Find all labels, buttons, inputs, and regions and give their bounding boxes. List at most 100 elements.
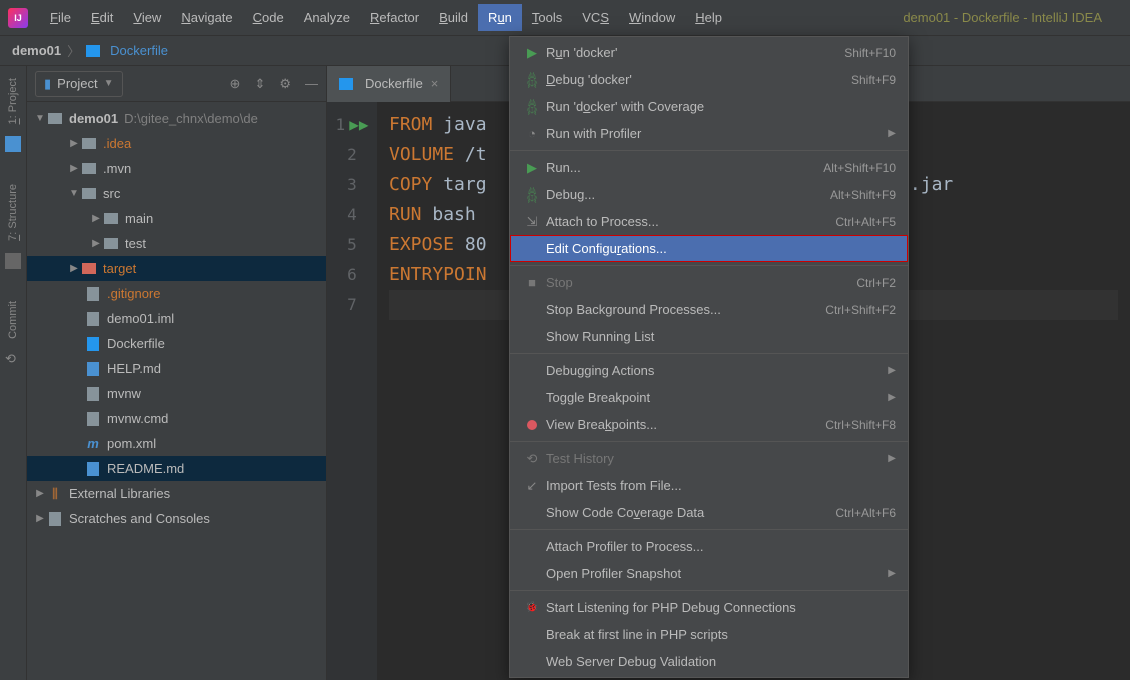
line-gutter: 1▶▶ 2 3 4 5 6 7: [327, 102, 377, 680]
menu-item-label: Stop Background Processes...: [542, 302, 825, 317]
menu-separator: [510, 441, 908, 442]
tree-root[interactable]: ▼ demo01 D:\gitee_chnx\demo\de: [27, 106, 326, 131]
structure-icon[interactable]: [5, 253, 21, 269]
menu-item-start-listening-for-php-debug-connections[interactable]: 🐞Start Listening for PHP Debug Connectio…: [510, 594, 908, 621]
tree-scratches[interactable]: ▶ Scratches and Consoles: [27, 506, 326, 531]
menu-item-debug[interactable]: 𓆣Debug...Alt+Shift+F9: [510, 181, 908, 208]
tree-folder-main[interactable]: ▶ main: [27, 206, 326, 231]
menu-shortcut: Ctrl+Shift+F2: [825, 303, 896, 317]
menu-item-label: Run with Profiler: [542, 126, 888, 141]
menu-item-show-code-coverage-data[interactable]: Show Code Coverage DataCtrl+Alt+F6: [510, 499, 908, 526]
tab-dockerfile[interactable]: Dockerfile ×: [327, 66, 451, 102]
tab-structure[interactable]: 7: Structure: [4, 176, 22, 249]
menu-item-label: Debugging Actions: [542, 363, 888, 378]
sidebar-header: ▮ Project ▼ ⊕ ⇕ ⚙ —: [27, 66, 326, 102]
menu-item-label: Debug...: [542, 187, 830, 202]
tree-folder-idea[interactable]: ▶ .idea: [27, 131, 326, 156]
breadcrumb-project[interactable]: demo01: [12, 43, 61, 58]
menu-item-toggle-breakpoint[interactable]: Toggle Breakpoint▶: [510, 384, 908, 411]
menu-item-run-docker-with-coverage[interactable]: 𓆣Run 'docker' with Coverage: [510, 93, 908, 120]
tree-file-gitignore[interactable]: .gitignore: [27, 281, 326, 306]
menu-item-debugging-actions[interactable]: Debugging Actions▶: [510, 357, 908, 384]
tree-folder-test[interactable]: ▶ test: [27, 231, 326, 256]
menu-item-label: Attach to Process...: [542, 214, 835, 229]
submenu-arrow-icon: ▶: [888, 392, 896, 403]
menu-shortcut: Shift+F9: [851, 73, 896, 87]
bp-icon: [522, 420, 542, 430]
menu-refactor[interactable]: Refactor: [360, 4, 429, 31]
tree-folder-src[interactable]: ▼ src: [27, 181, 326, 206]
bookmark-icon[interactable]: [5, 136, 21, 152]
menu-window[interactable]: Window: [619, 4, 685, 31]
menu-item-run-with-profiler[interactable]: ◔Run with Profiler▶: [510, 120, 908, 147]
menu-separator: [510, 529, 908, 530]
tree-file-mvnw[interactable]: mvnw: [27, 381, 326, 406]
menu-build[interactable]: Build: [429, 4, 478, 31]
menu-item-label: Import Tests from File...: [542, 478, 896, 493]
docker-icon: [339, 78, 353, 90]
tree-file-help[interactable]: HELP.md: [27, 356, 326, 381]
submenu-arrow-icon: ▶: [888, 568, 896, 579]
menu-shortcut: Ctrl+Alt+F5: [835, 215, 896, 229]
menu-item-label: Debug 'docker': [542, 72, 851, 87]
menu-item-view-breakpoints[interactable]: View Breakpoints...Ctrl+Shift+F8: [510, 411, 908, 438]
tree-folder-target[interactable]: ▶ target: [27, 256, 326, 281]
menu-shortcut: Ctrl+Shift+F8: [825, 418, 896, 432]
menu-item-debug-docker[interactable]: 𓆣Debug 'docker'Shift+F9: [510, 66, 908, 93]
menu-code[interactable]: Code: [243, 4, 294, 31]
menu-item-label: Edit Configurations...: [542, 241, 896, 256]
menu-item-web-server-debug-validation[interactable]: Web Server Debug Validation: [510, 648, 908, 675]
commit-icon[interactable]: ⟲: [5, 351, 21, 367]
menubar: IJ File Edit View Navigate Code Analyze …: [0, 0, 1130, 36]
menu-item-label: Show Code Coverage Data: [542, 505, 835, 520]
menu-file[interactable]: File: [40, 4, 81, 31]
menu-item-run[interactable]: ▶Run...Alt+Shift+F10: [510, 154, 908, 181]
run-gutter-icon[interactable]: ▶▶: [349, 110, 368, 140]
menu-item-stop-background-processes[interactable]: Stop Background Processes...Ctrl+Shift+F…: [510, 296, 908, 323]
tree-file-mvnwcmd[interactable]: mvnw.cmd: [27, 406, 326, 431]
menu-item-open-profiler-snapshot[interactable]: Open Profiler Snapshot▶: [510, 560, 908, 587]
tree-file-readme[interactable]: README.md: [27, 456, 326, 481]
menu-edit[interactable]: Edit: [81, 4, 123, 31]
tree-file-dockerfile[interactable]: Dockerfile: [27, 331, 326, 356]
history-icon: ⟲: [522, 451, 542, 467]
menu-item-label: Web Server Debug Validation: [542, 654, 896, 669]
tree-folder-mvn[interactable]: ▶ .mvn: [27, 156, 326, 181]
menu-navigate[interactable]: Navigate: [171, 4, 242, 31]
breadcrumb-file[interactable]: Dockerfile: [110, 43, 168, 58]
menu-item-label: Test History: [542, 451, 888, 466]
menu-item-break-at-first-line-in-php-scripts[interactable]: Break at first line in PHP scripts: [510, 621, 908, 648]
tree-external-libs[interactable]: ▶⫼ External Libraries: [27, 481, 326, 506]
menu-item-run-docker[interactable]: ▶Run 'docker'Shift+F10: [510, 39, 908, 66]
left-tool-gutter: 1: Project 7: Structure Commit ⟲: [0, 66, 27, 680]
menu-item-attach-to-process[interactable]: ⇲Attach to Process...Ctrl+Alt+F5: [510, 208, 908, 235]
menu-view[interactable]: View: [123, 4, 171, 31]
tab-commit[interactable]: Commit: [4, 293, 22, 347]
gear-icon[interactable]: ⚙: [279, 76, 291, 92]
docker-icon: [86, 45, 100, 57]
collapse-icon[interactable]: ⇕: [254, 76, 265, 92]
project-view-selector[interactable]: ▮ Project ▼: [35, 71, 123, 97]
menu-item-attach-profiler-to-process[interactable]: Attach Profiler to Process...: [510, 533, 908, 560]
tree-file-pom[interactable]: m pom.xml: [27, 431, 326, 456]
close-icon[interactable]: ×: [431, 76, 439, 91]
menu-analyze[interactable]: Analyze: [294, 4, 360, 31]
tree-file-iml[interactable]: demo01.iml: [27, 306, 326, 331]
menu-run[interactable]: Run: [478, 4, 522, 31]
project-tree[interactable]: ▼ demo01 D:\gitee_chnx\demo\de ▶ .idea ▶…: [27, 102, 326, 535]
play-icon: ▶: [522, 160, 542, 176]
target-icon[interactable]: ⊕: [230, 76, 241, 92]
menu-item-label: Break at first line in PHP scripts: [542, 627, 896, 642]
tab-project[interactable]: 1: Project: [4, 70, 22, 132]
minimize-icon[interactable]: —: [305, 76, 318, 92]
menu-item-import-tests-from-file[interactable]: ↙Import Tests from File...: [510, 472, 908, 499]
menu-item-label: View Breakpoints...: [542, 417, 825, 432]
menu-vcs[interactable]: VCS: [572, 4, 619, 31]
menu-help[interactable]: Help: [685, 4, 732, 31]
chevron-down-icon: ▼: [104, 78, 114, 89]
menu-item-show-running-list[interactable]: Show Running List: [510, 323, 908, 350]
clock-icon: ◔: [522, 126, 542, 141]
menu-item-edit-configurations[interactable]: Edit Configurations...: [510, 235, 908, 262]
menu-tools[interactable]: Tools: [522, 4, 572, 31]
submenu-arrow-icon: ▶: [888, 453, 896, 464]
